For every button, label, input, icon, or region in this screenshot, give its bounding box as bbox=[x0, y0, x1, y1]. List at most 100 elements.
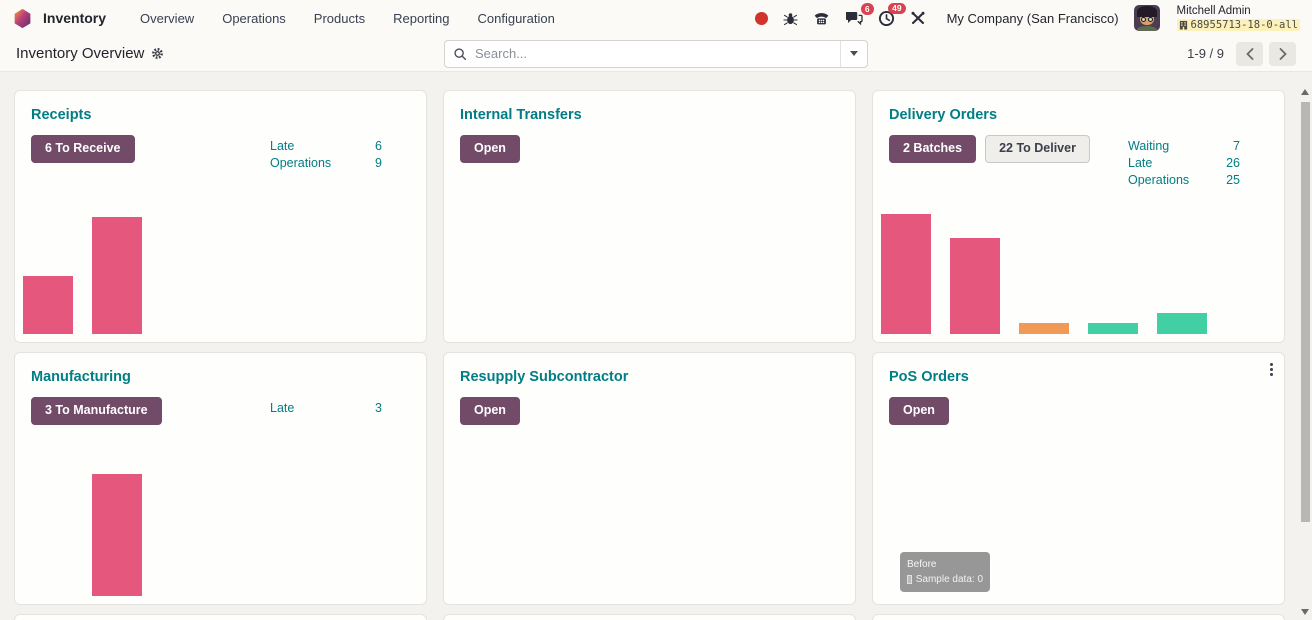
tools-icon[interactable] bbox=[910, 10, 926, 26]
chevron-down-icon bbox=[850, 51, 858, 56]
pager: 1-9 / 9 bbox=[1187, 42, 1296, 66]
search-bar bbox=[444, 40, 868, 68]
button-row: Open bbox=[460, 397, 839, 425]
chart-bar[interactable] bbox=[1088, 323, 1138, 334]
stat-value: 3 bbox=[375, 400, 382, 417]
voip-phone-icon[interactable] bbox=[813, 10, 830, 26]
tooltip-legend-label: Sample data: 0 bbox=[916, 572, 983, 587]
record-icon[interactable] bbox=[755, 12, 768, 25]
menu-operations[interactable]: Operations bbox=[210, 11, 298, 26]
stat-value: 25 bbox=[1226, 172, 1240, 189]
pos-open-button[interactable]: Open bbox=[889, 397, 949, 425]
stat-operations[interactable]: Operations 25 bbox=[1128, 172, 1240, 189]
card-partial bbox=[14, 614, 427, 620]
chart-bar[interactable] bbox=[92, 217, 142, 334]
stat-value: 7 bbox=[1233, 138, 1240, 155]
chart-bar[interactable] bbox=[950, 238, 1000, 334]
stat-label: Operations bbox=[1128, 172, 1189, 189]
receipts-to-receive-button[interactable]: 6 To Receive bbox=[31, 135, 135, 163]
card-delivery-orders: Delivery Orders 2 Batches 22 To Deliver … bbox=[872, 90, 1285, 343]
chart-tooltip: Before Sample data: 0 bbox=[900, 552, 990, 592]
top-navbar: Inventory Overview Operations Products R… bbox=[0, 0, 1312, 36]
chevron-right-icon bbox=[1279, 48, 1287, 60]
card-partial bbox=[872, 614, 1285, 620]
delivery-batches-button[interactable]: 2 Batches bbox=[889, 135, 976, 163]
company-switcher[interactable]: My Company (San Francisco) bbox=[947, 11, 1119, 26]
receipts-bar-chart bbox=[23, 210, 418, 334]
chevron-left-icon bbox=[1246, 48, 1254, 60]
menu-configuration[interactable]: Configuration bbox=[465, 11, 566, 26]
card-title-internal-transfers[interactable]: Internal Transfers bbox=[460, 107, 582, 123]
database-tag: 68955713-18-0-all bbox=[1177, 19, 1300, 31]
user-avatar[interactable] bbox=[1134, 5, 1160, 31]
stat-operations[interactable]: Operations9 bbox=[270, 155, 382, 172]
internal-transfers-open-button[interactable]: Open bbox=[460, 135, 520, 163]
resupply-open-button[interactable]: Open bbox=[460, 397, 520, 425]
page-title[interactable]: Inventory Overview bbox=[16, 45, 144, 62]
chart-bar[interactable] bbox=[1157, 313, 1207, 334]
kebab-menu-icon[interactable] bbox=[1268, 361, 1275, 378]
breadcrumb: Inventory Overview bbox=[16, 45, 164, 62]
menu-reporting[interactable]: Reporting bbox=[381, 11, 461, 26]
button-row: Open bbox=[889, 397, 1268, 425]
delivery-stats: Waiting 7 Late 26 Operations 25 bbox=[1128, 138, 1240, 189]
activities-badge: 49 bbox=[888, 3, 905, 15]
card-title-delivery-orders[interactable]: Delivery Orders bbox=[889, 107, 997, 123]
search-dropdown-toggle[interactable] bbox=[840, 41, 867, 67]
activities-clock-icon[interactable]: 49 bbox=[878, 10, 895, 27]
pager-previous-button[interactable] bbox=[1236, 42, 1263, 66]
systray: 6 49 My Company (San Francisco) Mitchell… bbox=[755, 5, 1300, 31]
nav-left: Inventory Overview Operations Products R… bbox=[12, 8, 567, 29]
stat-label: Operations bbox=[270, 155, 331, 172]
stat-late[interactable]: Late 3 bbox=[270, 400, 382, 417]
card-title-manufacturing[interactable]: Manufacturing bbox=[31, 369, 131, 385]
stat-label: Late bbox=[270, 138, 294, 155]
dashboard-grid: Receipts 6 To Receive Late6 Operations9 … bbox=[0, 72, 1299, 620]
scrollbar-thumb[interactable] bbox=[1301, 102, 1310, 522]
screen: Inventory Overview Operations Products R… bbox=[0, 0, 1312, 620]
tooltip-title: Before bbox=[907, 557, 983, 572]
card-title-pos-orders[interactable]: PoS Orders bbox=[889, 369, 969, 385]
messages-icon[interactable]: 6 bbox=[845, 10, 863, 26]
chart-bar[interactable] bbox=[881, 214, 931, 334]
delivery-bar-chart bbox=[881, 210, 1276, 334]
settings-gear-icon[interactable] bbox=[151, 47, 164, 60]
stat-label: Late bbox=[1128, 155, 1152, 172]
pager-next-button[interactable] bbox=[1269, 42, 1296, 66]
card-manufacturing: Manufacturing 3 To Manufacture Late 3 bbox=[14, 352, 427, 605]
building-icon bbox=[1179, 20, 1188, 30]
manufacturing-stats: Late 3 bbox=[270, 400, 382, 417]
stat-value: 26 bbox=[1226, 155, 1240, 172]
menu-overview[interactable]: Overview bbox=[128, 11, 206, 26]
search-input[interactable] bbox=[473, 45, 840, 62]
chart-bar[interactable] bbox=[92, 474, 142, 596]
delivery-to-deliver-button[interactable]: 22 To Deliver bbox=[985, 135, 1090, 163]
button-row: Open bbox=[460, 135, 839, 163]
stat-waiting[interactable]: Waiting 7 bbox=[1128, 138, 1240, 155]
scroll-down-arrow-icon[interactable] bbox=[1301, 609, 1309, 615]
chart-bar[interactable] bbox=[1019, 323, 1069, 334]
receipts-stats: Late 6 Operations9 bbox=[270, 138, 382, 172]
stat-label: Waiting bbox=[1128, 138, 1169, 155]
chart-bar[interactable] bbox=[23, 276, 73, 334]
search-icon bbox=[453, 47, 467, 61]
card-pos-orders: PoS Orders Open Before Sample data: 0 bbox=[872, 352, 1285, 605]
stat-value: 6 bbox=[375, 138, 382, 155]
card-title-resupply-subcontractor[interactable]: Resupply Subcontractor bbox=[460, 369, 628, 385]
stat-late[interactable]: Late 26 bbox=[1128, 155, 1240, 172]
scroll-up-arrow-icon[interactable] bbox=[1301, 89, 1309, 95]
app-name[interactable]: Inventory bbox=[43, 10, 106, 26]
card-partial bbox=[443, 614, 856, 620]
card-internal-transfers: Internal Transfers Open bbox=[443, 90, 856, 343]
menu-products[interactable]: Products bbox=[302, 11, 377, 26]
stat-label: Late bbox=[270, 400, 294, 417]
user-menu[interactable]: Mitchell Admin 68955713-18-0-all bbox=[1177, 5, 1300, 30]
card-title-receipts[interactable]: Receipts bbox=[31, 107, 91, 123]
bug-icon[interactable] bbox=[783, 11, 798, 26]
manufacturing-to-manufacture-button[interactable]: 3 To Manufacture bbox=[31, 397, 162, 425]
user-name: Mitchell Admin bbox=[1177, 5, 1300, 18]
pager-range: 1-9 / 9 bbox=[1187, 46, 1224, 61]
card-receipts: Receipts 6 To Receive Late 6 Operations9 bbox=[14, 90, 427, 343]
stat-late[interactable]: Late 6 bbox=[270, 138, 382, 155]
app-logo-icon[interactable] bbox=[12, 8, 33, 29]
